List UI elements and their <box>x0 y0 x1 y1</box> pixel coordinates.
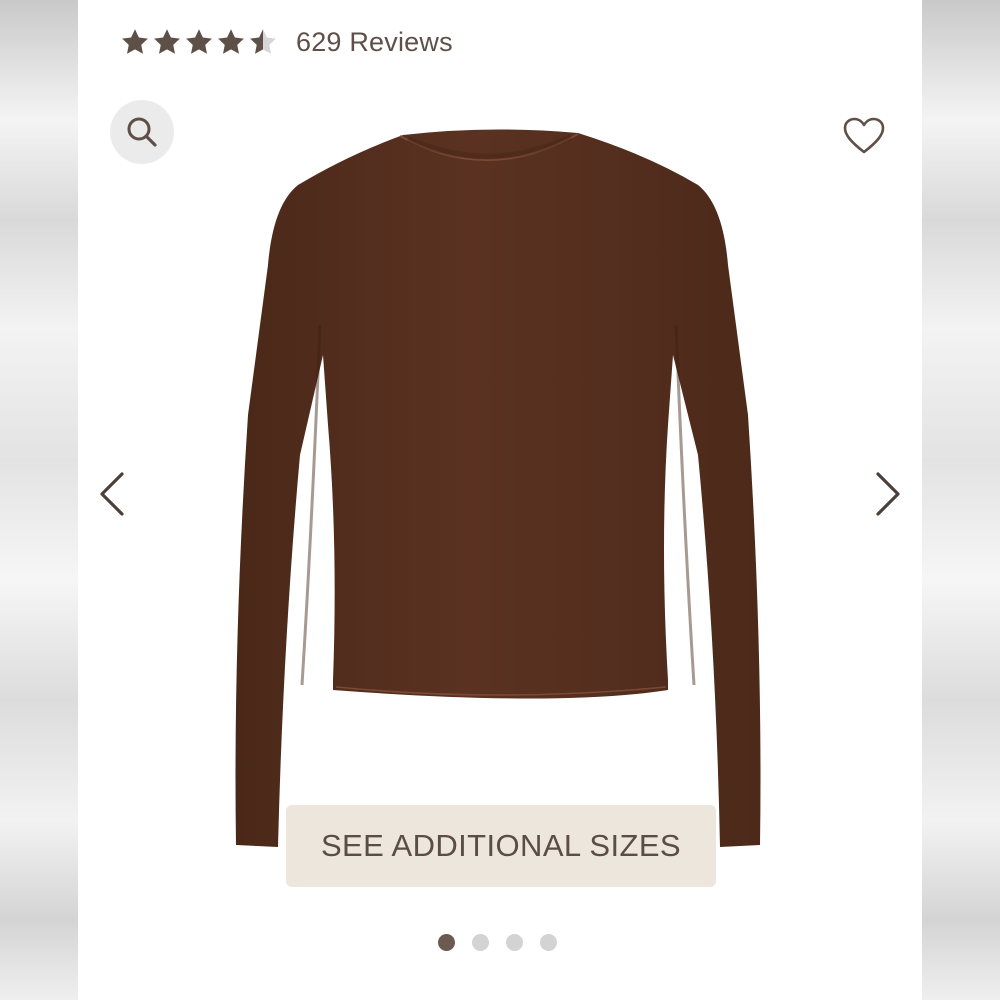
product-gallery-panel: 629 Reviews SEE ADDITIONAL SIZES <box>78 0 922 1000</box>
pagination-dot[interactable] <box>506 934 523 951</box>
chevron-left-icon <box>100 472 124 516</box>
wishlist-button[interactable] <box>840 112 888 160</box>
chevron-right-icon <box>876 472 900 516</box>
heart-icon <box>843 117 885 154</box>
left-backdrop <box>0 0 78 1000</box>
previous-image-button[interactable] <box>92 468 132 520</box>
pagination-dot[interactable] <box>540 934 557 951</box>
rating-summary[interactable]: 629 Reviews <box>120 22 453 62</box>
star-icon <box>218 29 244 54</box>
pagination-dot-active[interactable] <box>438 934 455 951</box>
product-image-long-sleeve-top <box>235 129 761 847</box>
reviews-count-link[interactable]: 629 Reviews <box>296 27 453 58</box>
pagination-dot[interactable] <box>472 934 489 951</box>
star-icon <box>154 29 180 54</box>
star-icon <box>122 29 148 54</box>
next-image-button[interactable] <box>868 468 908 520</box>
right-backdrop <box>922 0 1000 1000</box>
search-icon <box>127 117 157 147</box>
star-rating <box>120 27 278 57</box>
half-star-icon <box>250 29 276 54</box>
see-additional-sizes-button[interactable]: SEE ADDITIONAL SIZES <box>286 805 716 887</box>
star-icon <box>186 29 212 54</box>
carousel-pagination <box>438 934 557 951</box>
search-button[interactable] <box>110 100 174 164</box>
